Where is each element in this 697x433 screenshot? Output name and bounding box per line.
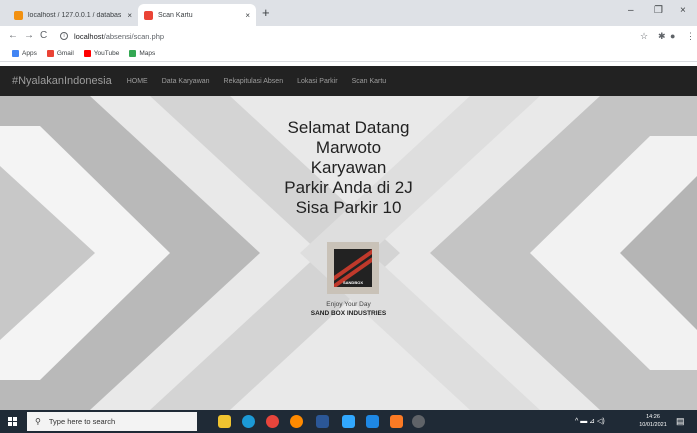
tab-close-icon[interactable]: × <box>239 11 250 20</box>
windows-start-icon[interactable] <box>8 417 17 426</box>
star-icon[interactable]: ☆ <box>640 29 648 43</box>
bookmark-label: Maps <box>139 50 156 57</box>
notification-icon[interactable]: ▤ <box>676 416 685 427</box>
menu-dots-icon[interactable]: ⋮ <box>686 29 695 43</box>
bookmark-gmail[interactable]: Gmail <box>46 50 74 57</box>
bookmarks-bar: Apps Gmail YouTube Maps <box>0 46 697 62</box>
file-explorer-icon[interactable] <box>218 415 231 428</box>
xampp-icon[interactable] <box>390 415 403 428</box>
edge-icon[interactable] <box>242 415 255 428</box>
employee-role: Karyawan <box>310 158 387 177</box>
sandbox-logo-mark: SANDBOX <box>334 249 372 287</box>
welcome-message: Selamat Datang Marwoto Karyawan Parkir A… <box>0 118 697 218</box>
windows-taskbar: ⚲ Type here to search ^ ▬ ⊿ ◁) 14:26 10/… <box>0 410 697 433</box>
taskbar-search-box[interactable]: ⚲ Type here to search <box>27 412 197 431</box>
welcome-line: Selamat Datang <box>287 118 410 137</box>
site-navbar: #NyalakanIndonesia HOME Data Karyawan Re… <box>0 66 697 96</box>
scan-favicon-icon <box>144 10 153 20</box>
nav-rekapitulasi-absen[interactable]: Rekapitulasi Absen <box>224 78 284 85</box>
taskbar-clock[interactable]: 14:26 10/01/2021 <box>637 413 669 429</box>
apps-grid-icon <box>12 50 19 57</box>
browser-tab-strip: localhost / 127.0.0.1 / database × Scan … <box>0 0 697 26</box>
new-tab-button[interactable]: + <box>262 4 270 22</box>
maps-icon <box>129 50 137 57</box>
word-icon[interactable] <box>316 415 329 428</box>
bookmark-apps[interactable]: Apps <box>12 50 37 57</box>
back-arrow-icon[interactable]: ← <box>8 29 18 43</box>
photoshop-icon[interactable] <box>342 415 355 428</box>
address-bar[interactable]: i localhost /absensi/scan.php <box>60 28 630 44</box>
info-icon[interactable]: i <box>60 32 68 40</box>
tab-title: Scan Kartu <box>158 11 193 19</box>
minimize-button[interactable]: – <box>628 5 634 16</box>
firefox-icon[interactable] <box>290 415 303 428</box>
chrome-active-icon[interactable] <box>412 415 425 428</box>
tagline: Enjoy Your Day <box>326 301 371 308</box>
search-icon: ⚲ <box>35 417 41 426</box>
app-icon[interactable] <box>366 415 379 428</box>
url-path: /absensi/scan.php <box>103 31 165 41</box>
nav-data-karyawan[interactable]: Data Karyawan <box>162 78 210 85</box>
youtube-icon <box>83 50 91 57</box>
gmail-icon <box>46 50 54 57</box>
reload-icon[interactable]: C <box>40 29 47 43</box>
tab-phpmyadmin[interactable]: localhost / 127.0.0.1 / database × <box>8 4 138 26</box>
company-name: SAND BOX INDUSTRIES <box>310 310 387 317</box>
clock-date: 10/01/2021 <box>639 422 667 428</box>
browser-toolbar: ← → C i localhost /absensi/scan.php ☆ ✱ … <box>0 26 697 46</box>
tab-scan-kartu[interactable]: Scan Kartu × <box>138 4 256 26</box>
extensions-icon[interactable]: ✱ <box>658 29 666 43</box>
nav-lokasi-parkir[interactable]: Lokasi Parkir <box>297 78 337 85</box>
profile-icon[interactable]: ● <box>670 29 675 43</box>
bookmark-label: Apps <box>22 50 37 57</box>
forward-arrow-icon[interactable]: → <box>24 29 34 43</box>
system-tray-icons[interactable]: ^ ▬ ⊿ ◁) <box>575 417 605 425</box>
phpmyadmin-favicon-icon <box>14 10 23 20</box>
parking-location: Parkir Anda di 2J <box>284 178 413 197</box>
employee-name: Marwoto <box>315 138 382 157</box>
main-content: Selamat Datang Marwoto Karyawan Parkir A… <box>0 96 697 410</box>
brand-link[interactable]: #NyalakanIndonesia <box>12 75 112 87</box>
tab-title: localhost / 127.0.0.1 / database <box>28 11 122 19</box>
maximize-button[interactable]: ❐ <box>654 5 663 16</box>
logo-text: SANDBOX <box>342 280 363 285</box>
bookmark-youtube[interactable]: YouTube <box>83 50 120 57</box>
chrome-icon[interactable] <box>266 415 279 428</box>
bookmark-label: YouTube <box>93 50 120 57</box>
nav-home[interactable]: HOME <box>127 78 148 85</box>
nav-scan-kartu[interactable]: Scan Kartu <box>352 78 387 85</box>
search-placeholder: Type here to search <box>48 417 116 426</box>
sandbox-logo: SANDBOX <box>327 242 379 294</box>
tab-close-icon[interactable]: × <box>121 11 132 20</box>
bookmark-maps[interactable]: Maps <box>129 50 155 57</box>
url-host: localhost <box>74 31 104 41</box>
parking-remaining: Sisa Parkir 10 <box>295 198 402 217</box>
bookmark-label: Gmail <box>56 50 74 57</box>
clock-time: 14:26 <box>646 414 660 420</box>
close-window-button[interactable]: × <box>680 5 686 16</box>
